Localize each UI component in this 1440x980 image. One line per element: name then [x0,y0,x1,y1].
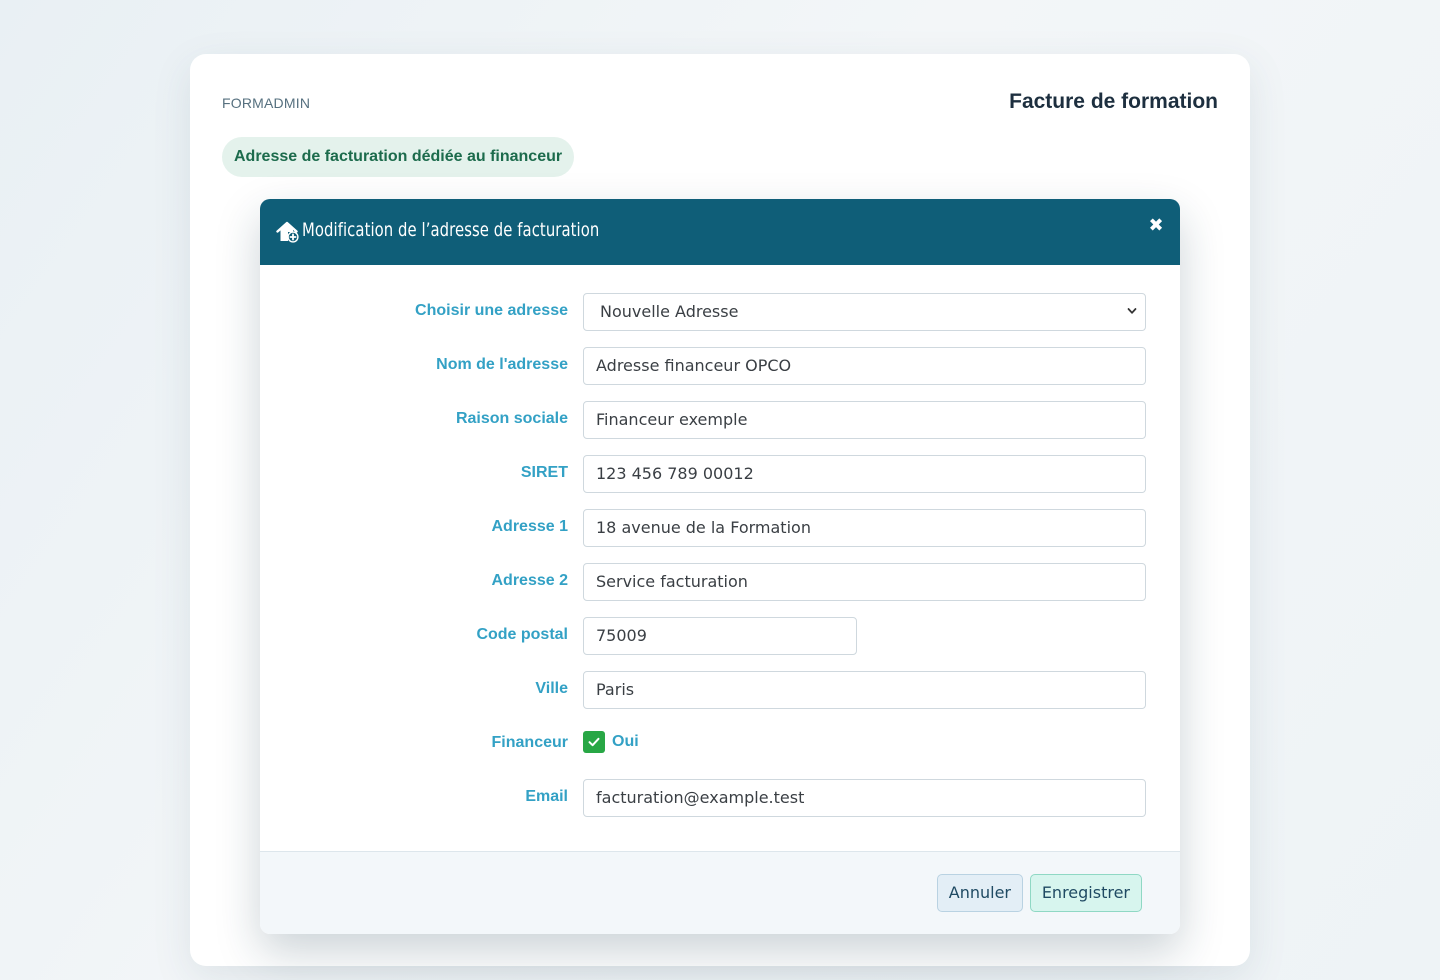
company-name-input[interactable]: Financeur exemple [583,401,1146,439]
siret-input[interactable]: 123 456 789 00012 [583,455,1146,493]
funder-checkbox-label[interactable]: Oui [612,731,639,753]
modal-header: Modification de l’adresse de facturation… [260,199,1180,265]
address1-input[interactable]: 18 avenue de la Formation [583,509,1146,547]
funder-label: Financeur [491,734,568,751]
postal-code-label: Code postal [476,626,568,643]
home-plus-icon [276,221,299,243]
section-pill: Adresse de facturation dédiée au finance… [222,137,575,177]
row-address1: Adresse 1 18 avenue de la Formation [260,509,1180,547]
choose-address-value: Nouvelle Adresse [600,302,739,321]
address2-label: Adresse 2 [491,572,569,589]
modal-body: Choisir une adresse Nouvelle Adresse Nom… [260,265,1180,817]
email-label: Email [525,788,568,805]
close-icon[interactable]: ✖ [1148,215,1164,235]
email-input[interactable]: facturation@example.test [583,779,1146,817]
choose-address-label: Choisir une adresse [415,302,568,319]
row-email: Email facturation@example.test [260,779,1180,817]
city-input[interactable]: Paris [583,671,1146,709]
save-button[interactable]: Enregistrer [1029,874,1142,912]
row-company-name: Raison sociale Financeur exemple [260,401,1180,439]
row-siret: SIRET 123 456 789 00012 [260,455,1180,493]
address-name-label: Nom de l'adresse [436,356,568,373]
siret-label: SIRET [520,464,568,481]
funder-checkbox[interactable] [583,731,605,753]
row-choose-address: Choisir une adresse Nouvelle Adresse [260,293,1180,331]
check-icon [588,737,600,747]
brand-name: FORMADMIN [222,95,311,111]
chevron-down-icon [1127,308,1137,314]
page-title: Facture de formation [1009,90,1218,113]
edit-address-modal: Modification de l’adresse de facturation… [260,199,1180,934]
modal-title: Modification de l’adresse de facturation [302,219,600,241]
modal-footer: Annuler Enregistrer [260,851,1180,934]
address1-label: Adresse 1 [491,518,569,535]
postal-code-input[interactable]: 75009 [583,617,857,655]
row-funder: Financeur Oui [260,725,1180,763]
row-city: Ville Paris [260,671,1180,709]
cancel-button[interactable]: Annuler [936,874,1023,912]
row-postal-code: Code postal 75009 [260,617,1180,655]
row-address-name: Nom de l'adresse Adresse financeur OPCO [260,347,1180,385]
city-label: Ville [535,680,568,697]
address2-input[interactable]: Service facturation [583,563,1146,601]
row-address2: Adresse 2 Service facturation [260,563,1180,601]
address-name-input[interactable]: Adresse financeur OPCO [583,347,1146,385]
company-name-label: Raison sociale [455,410,568,427]
choose-address-select[interactable]: Nouvelle Adresse [583,293,1146,331]
